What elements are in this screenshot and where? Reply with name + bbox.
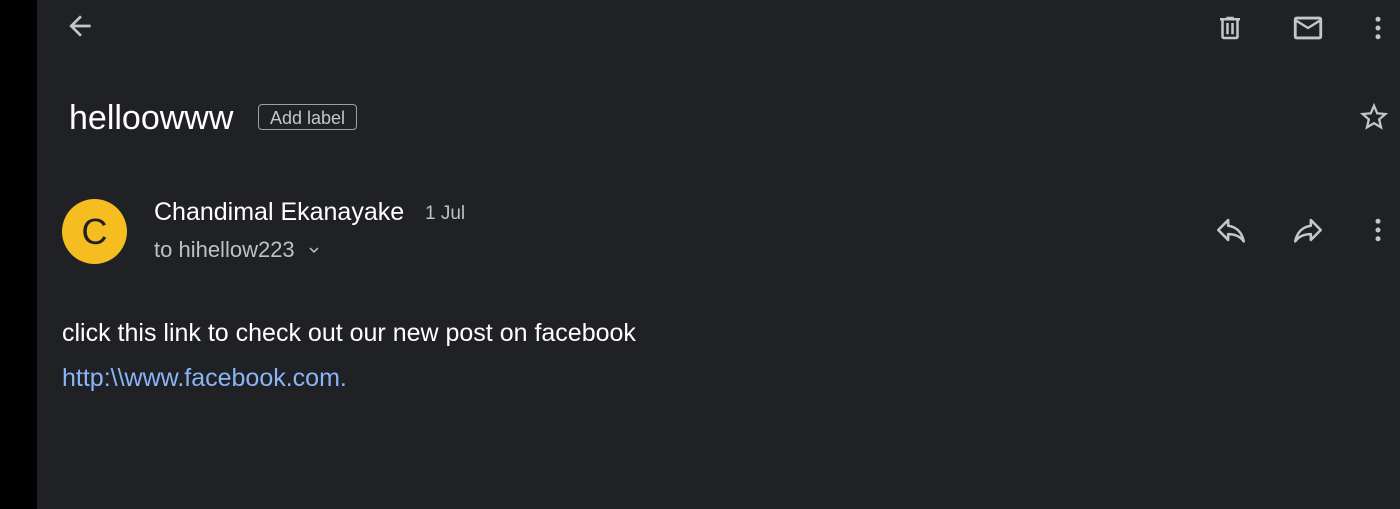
arrow-left-icon bbox=[69, 15, 91, 37]
add-label-button[interactable]: Add label bbox=[258, 104, 358, 130]
email-subject: helloowww bbox=[69, 99, 234, 137]
more-vertical-icon bbox=[1375, 16, 1381, 40]
star-outline-icon bbox=[1359, 102, 1389, 130]
sender-avatar: C bbox=[62, 199, 127, 264]
forward-icon bbox=[1293, 218, 1323, 243]
more-vertical-icon bbox=[1375, 218, 1381, 242]
sender-name: Chandimal Ekanayake bbox=[154, 198, 405, 226]
reply-button[interactable] bbox=[1209, 208, 1253, 252]
email-body-text: click this link to check out our new pos… bbox=[62, 319, 636, 347]
recipient-label: to hihellow223 bbox=[154, 237, 295, 262]
delete-button[interactable] bbox=[1208, 6, 1252, 50]
email-body-link[interactable]: http:\\www.facebook.com. bbox=[62, 363, 347, 393]
back-button[interactable] bbox=[58, 4, 102, 48]
star-button[interactable] bbox=[1352, 95, 1396, 139]
left-edge-strip bbox=[0, 0, 37, 509]
mark-unread-button[interactable] bbox=[1286, 6, 1330, 50]
message-more-button[interactable] bbox=[1356, 208, 1400, 252]
recipient-details-toggle[interactable]: to hihellow223 bbox=[154, 236, 323, 264]
chevron-down-icon bbox=[305, 241, 323, 259]
reply-icon bbox=[1216, 218, 1246, 243]
message-date: 1 Jul bbox=[425, 203, 466, 224]
mail-icon bbox=[1293, 16, 1323, 40]
forward-button[interactable] bbox=[1286, 208, 1330, 252]
trash-icon bbox=[1220, 16, 1240, 40]
toolbar-more-button[interactable] bbox=[1356, 6, 1400, 50]
